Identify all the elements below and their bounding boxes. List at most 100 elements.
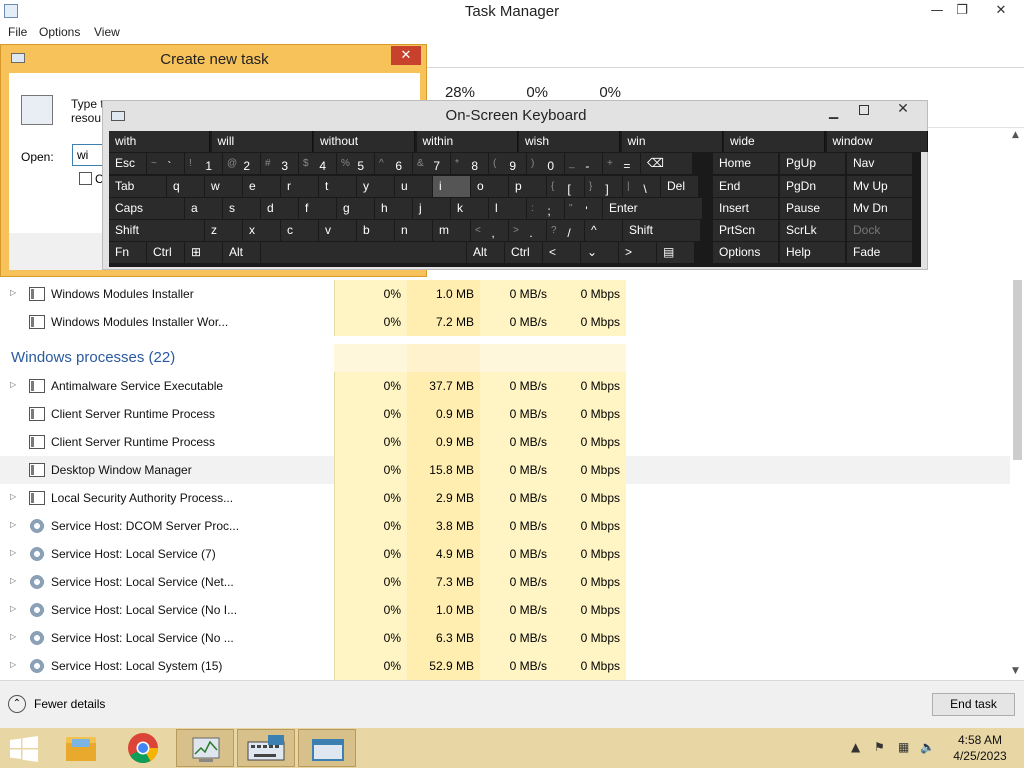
prediction-win[interactable]: win xyxy=(621,131,723,152)
key-v[interactable]: v xyxy=(319,220,356,241)
table-row[interactable]: ▷ Service Host: Local Service (7) 0% 4.9 MB… xyxy=(0,540,1012,568)
end-task-button[interactable]: End task xyxy=(932,693,1015,716)
restore-button[interactable]: ❐ xyxy=(947,0,977,22)
key-symbol[interactable]: < xyxy=(543,242,580,263)
key-j[interactable]: j xyxy=(413,198,450,219)
key-help[interactable]: Help xyxy=(780,242,845,263)
key-mv-up[interactable]: Mv Up xyxy=(847,176,912,197)
prediction-wish[interactable]: wish xyxy=(519,131,620,152)
table-row[interactable]: ▷ Windows Modules Installer 0% 1.0 MB 0 MB/s… xyxy=(0,280,1012,308)
table-row[interactable]: ▷ Local Security Authority Process... 0% 2.… xyxy=(0,484,1012,512)
close-button[interactable]: ✕ xyxy=(986,0,1016,22)
prediction-will[interactable]: will xyxy=(211,131,313,152)
key-alt[interactable]: Alt xyxy=(223,242,260,263)
task-manager-icon[interactable] xyxy=(176,729,234,767)
key-menu[interactable]: ▤ xyxy=(657,242,694,263)
key-symbol[interactable]: <, xyxy=(471,220,508,241)
key-k[interactable]: k xyxy=(451,198,488,219)
key-symbol[interactable]: }] xyxy=(585,176,622,197)
key-dock[interactable]: Dock xyxy=(847,220,912,241)
osk-maximize-button[interactable] xyxy=(859,105,869,115)
clock[interactable]: 4:58 AM 4/25/2023 xyxy=(944,732,1016,764)
disk-total[interactable]: 0% xyxy=(548,84,621,101)
show-hidden-icons-icon[interactable]: ▲ xyxy=(851,740,860,754)
expand-chevron-icon[interactable]: ▷ xyxy=(10,380,16,389)
key-s[interactable]: s xyxy=(223,198,260,219)
key-fn[interactable]: Fn xyxy=(109,242,146,263)
key-6[interactable]: ^ 6 xyxy=(375,153,412,174)
key-alt[interactable]: Alt xyxy=(467,242,504,263)
key-del[interactable]: Del xyxy=(661,176,698,197)
table-row[interactable]: ▷ Service Host: Local System (15) 0% 52.9 M… xyxy=(0,652,1012,680)
prediction-window[interactable]: window xyxy=(826,131,928,152)
key-symbol[interactable]: ~ ` xyxy=(147,153,184,174)
table-row[interactable]: Windows Modules Installer Wor... 0% 7.2 MB… xyxy=(0,308,1012,336)
key-enter[interactable]: Enter xyxy=(603,198,702,219)
key-7[interactable]: & 7 xyxy=(413,153,450,174)
key-f[interactable]: f xyxy=(299,198,336,219)
menu-file[interactable]: File xyxy=(8,25,27,39)
scroll-down-icon[interactable]: ▼ xyxy=(1012,666,1019,676)
key-i[interactable]: i xyxy=(433,176,470,197)
admin-checkbox[interactable] xyxy=(79,172,92,185)
key-pgdn[interactable]: PgDn xyxy=(780,176,845,197)
osk-close-button[interactable]: ✕ xyxy=(883,101,923,121)
key-symbol[interactable]: ? / xyxy=(547,220,584,241)
vertical-scrollbar[interactable]: ▲ ▼ xyxy=(1010,128,1024,680)
run-dialog-icon[interactable] xyxy=(298,729,356,767)
expand-chevron-icon[interactable]: ▷ xyxy=(10,632,16,641)
key-w[interactable]: w xyxy=(205,176,242,197)
chrome-icon[interactable] xyxy=(114,729,172,767)
key-1[interactable]: ! 1 xyxy=(185,153,222,174)
table-row[interactable]: Desktop Window Manager 0% 15.8 MB 0 MB/s 0 M… xyxy=(0,456,1012,484)
key-a[interactable]: a xyxy=(185,198,222,219)
key-home[interactable]: Home xyxy=(713,153,778,174)
key-d[interactable]: d xyxy=(261,198,298,219)
prediction-with[interactable]: with xyxy=(109,131,210,152)
expand-chevron-icon[interactable]: ▷ xyxy=(10,520,16,529)
key-h[interactable]: h xyxy=(375,198,412,219)
key-ctrl[interactable]: Ctrl xyxy=(147,242,184,263)
key-9[interactable]: (9 xyxy=(489,153,526,174)
key-shift[interactable]: Shift xyxy=(623,220,700,241)
key-e[interactable]: e xyxy=(243,176,280,197)
key-symbol[interactable]: ^ xyxy=(585,220,622,241)
menu-view[interactable]: View xyxy=(94,25,120,39)
key-caps[interactable]: Caps xyxy=(109,198,184,219)
table-row[interactable]: Client Server Runtime Process 0% 0.9 MB 0 M… xyxy=(0,428,1012,456)
expand-chevron-icon[interactable]: ▷ xyxy=(10,548,16,557)
key-symbol[interactable]: :; xyxy=(527,198,564,219)
key-symbol[interactable]: > xyxy=(619,242,656,263)
table-row[interactable]: ▷ Service Host: Local Service (No ... 0% 6.… xyxy=(0,624,1012,652)
key-windows[interactable]: ⊞ xyxy=(185,242,222,263)
key-y[interactable]: y xyxy=(357,176,394,197)
key-symbol[interactable]: ⌄ xyxy=(581,242,618,263)
key-o[interactable]: o xyxy=(471,176,508,197)
prediction-within[interactable]: within xyxy=(416,131,518,152)
key-x[interactable]: x xyxy=(243,220,280,241)
key-3[interactable]: #3 xyxy=(261,153,298,174)
key-mv-dn[interactable]: Mv Dn xyxy=(847,198,912,219)
table-row[interactable]: ▷ Service Host: Local Service (No I... 0% 1… xyxy=(0,596,1012,624)
file-explorer-icon[interactable] xyxy=(52,729,110,767)
group-header[interactable]: Windows processes (22) xyxy=(0,344,1012,372)
key-4[interactable]: $4 xyxy=(299,153,336,174)
key-0[interactable]: ) 0 xyxy=(527,153,564,174)
key-fade[interactable]: Fade xyxy=(847,242,912,263)
action-center-flag-icon[interactable]: ⚑ xyxy=(874,740,885,754)
key-space[interactable] xyxy=(261,242,466,263)
key-p[interactable]: p xyxy=(509,176,546,197)
key-backspace[interactable]: ⌫ xyxy=(641,153,692,174)
expand-chevron-icon[interactable]: ▷ xyxy=(10,604,16,613)
key-ctrl[interactable]: Ctrl xyxy=(505,242,542,263)
key-symbol[interactable]: " ' xyxy=(565,198,602,219)
key-symbol[interactable]: {[ xyxy=(547,176,584,197)
key-l[interactable]: l xyxy=(489,198,526,219)
key-end[interactable]: End xyxy=(713,176,778,197)
expand-chevron-icon[interactable]: ▷ xyxy=(10,492,16,501)
key-pgup[interactable]: PgUp xyxy=(780,153,845,174)
chevron-up-icon[interactable]: ⌃ xyxy=(8,695,26,713)
table-row[interactable]: Client Server Runtime Process 0% 0.9 MB 0 M… xyxy=(0,400,1012,428)
volume-muted-icon[interactable]: 🔈 xyxy=(920,740,935,754)
dialog-close-button[interactable]: ✕ xyxy=(391,46,421,65)
